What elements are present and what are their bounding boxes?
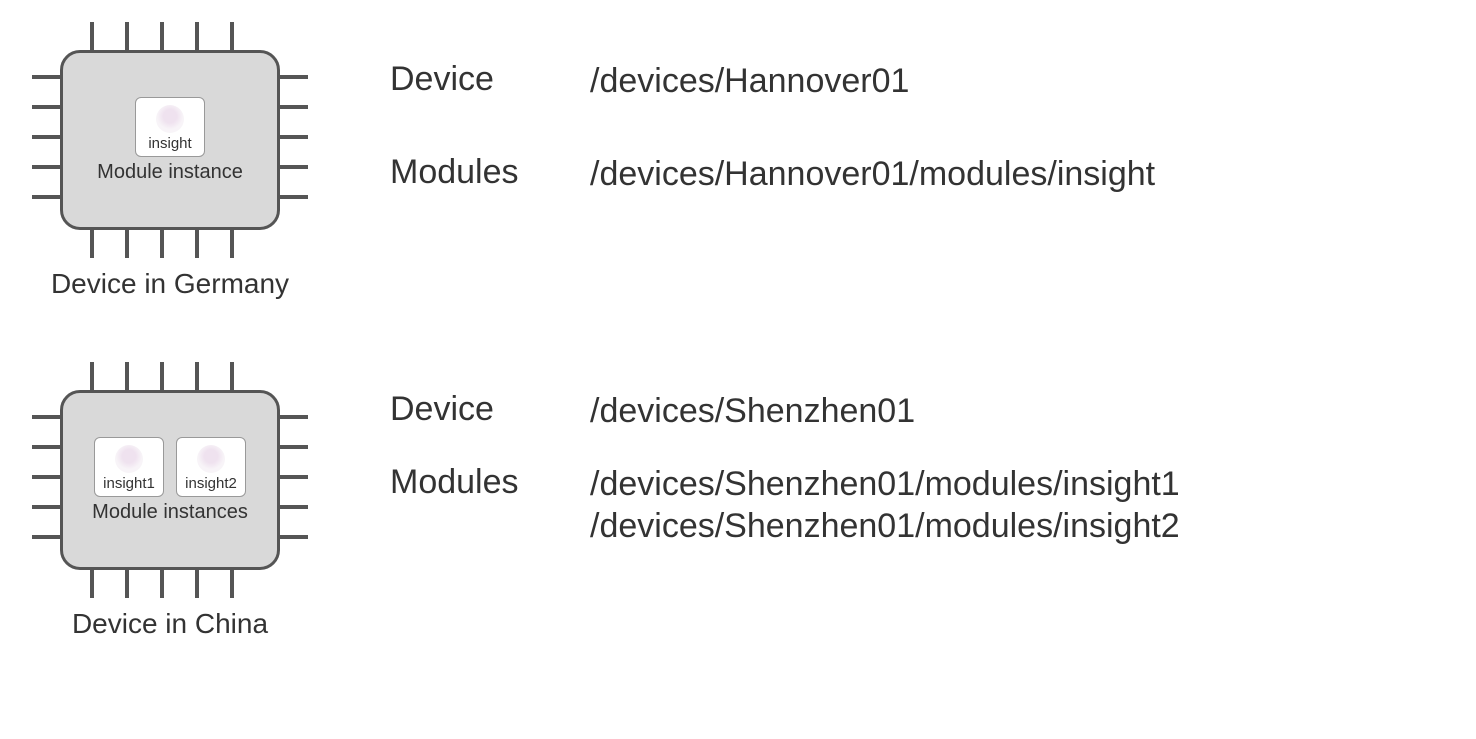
module-insight2: insight2	[176, 437, 246, 497]
module-path-text: /devices/Hannover01/modules/insight	[590, 153, 1155, 196]
instances-label: Module instance	[97, 161, 243, 184]
device-path-text: /devices/Hannover01	[590, 60, 1155, 103]
info-grid-china: Device /devices/Shenzhen01 Modules /devi…	[390, 360, 1180, 548]
module-label: insight2	[185, 475, 237, 492]
lightbulb-icon	[156, 105, 184, 133]
modules-label: Modules	[390, 463, 590, 548]
device-label: Device	[390, 60, 590, 103]
info-grid-germany: Device /devices/Hannover01 Modules /devi…	[390, 20, 1155, 195]
chip-wrapper-germany: insight Module instance Device in German…	[30, 20, 310, 300]
module-label: insight	[148, 135, 191, 152]
module-insight: insight	[135, 97, 205, 157]
modules-row: insight1 insight2	[94, 437, 246, 497]
module-path-text: /devices/Shenzhen01/modules/insight2	[590, 505, 1180, 548]
lightbulb-icon	[197, 445, 225, 473]
chip-body: insight Module instance	[60, 50, 280, 230]
module-path-text: /devices/Shenzhen01/modules/insight1	[590, 463, 1180, 506]
device-caption: Device in Germany	[51, 268, 289, 300]
device-path: /devices/Hannover01	[590, 60, 1155, 103]
device-path: /devices/Shenzhen01	[590, 390, 1180, 433]
device-path-text: /devices/Shenzhen01	[590, 390, 1180, 433]
chip-wrapper-china: insight1 insight2 Module instances Devic…	[30, 360, 310, 640]
module-insight1: insight1	[94, 437, 164, 497]
module-label: insight1	[103, 475, 155, 492]
module-paths: /devices/Shenzhen01/modules/insight1 /de…	[590, 463, 1180, 548]
lightbulb-icon	[115, 445, 143, 473]
device-section-china: insight1 insight2 Module instances Devic…	[30, 360, 1446, 640]
chip-icon: insight1 insight2 Module instances	[30, 360, 310, 600]
chip-icon: insight Module instance	[30, 20, 310, 260]
device-label: Device	[390, 390, 590, 433]
modules-row: insight	[135, 97, 205, 157]
chip-body: insight1 insight2 Module instances	[60, 390, 280, 570]
modules-label: Modules	[390, 153, 590, 196]
instances-label: Module instances	[92, 501, 248, 524]
device-caption: Device in China	[72, 608, 268, 640]
module-paths: /devices/Hannover01/modules/insight	[590, 153, 1155, 196]
device-section-germany: insight Module instance Device in German…	[30, 20, 1446, 300]
